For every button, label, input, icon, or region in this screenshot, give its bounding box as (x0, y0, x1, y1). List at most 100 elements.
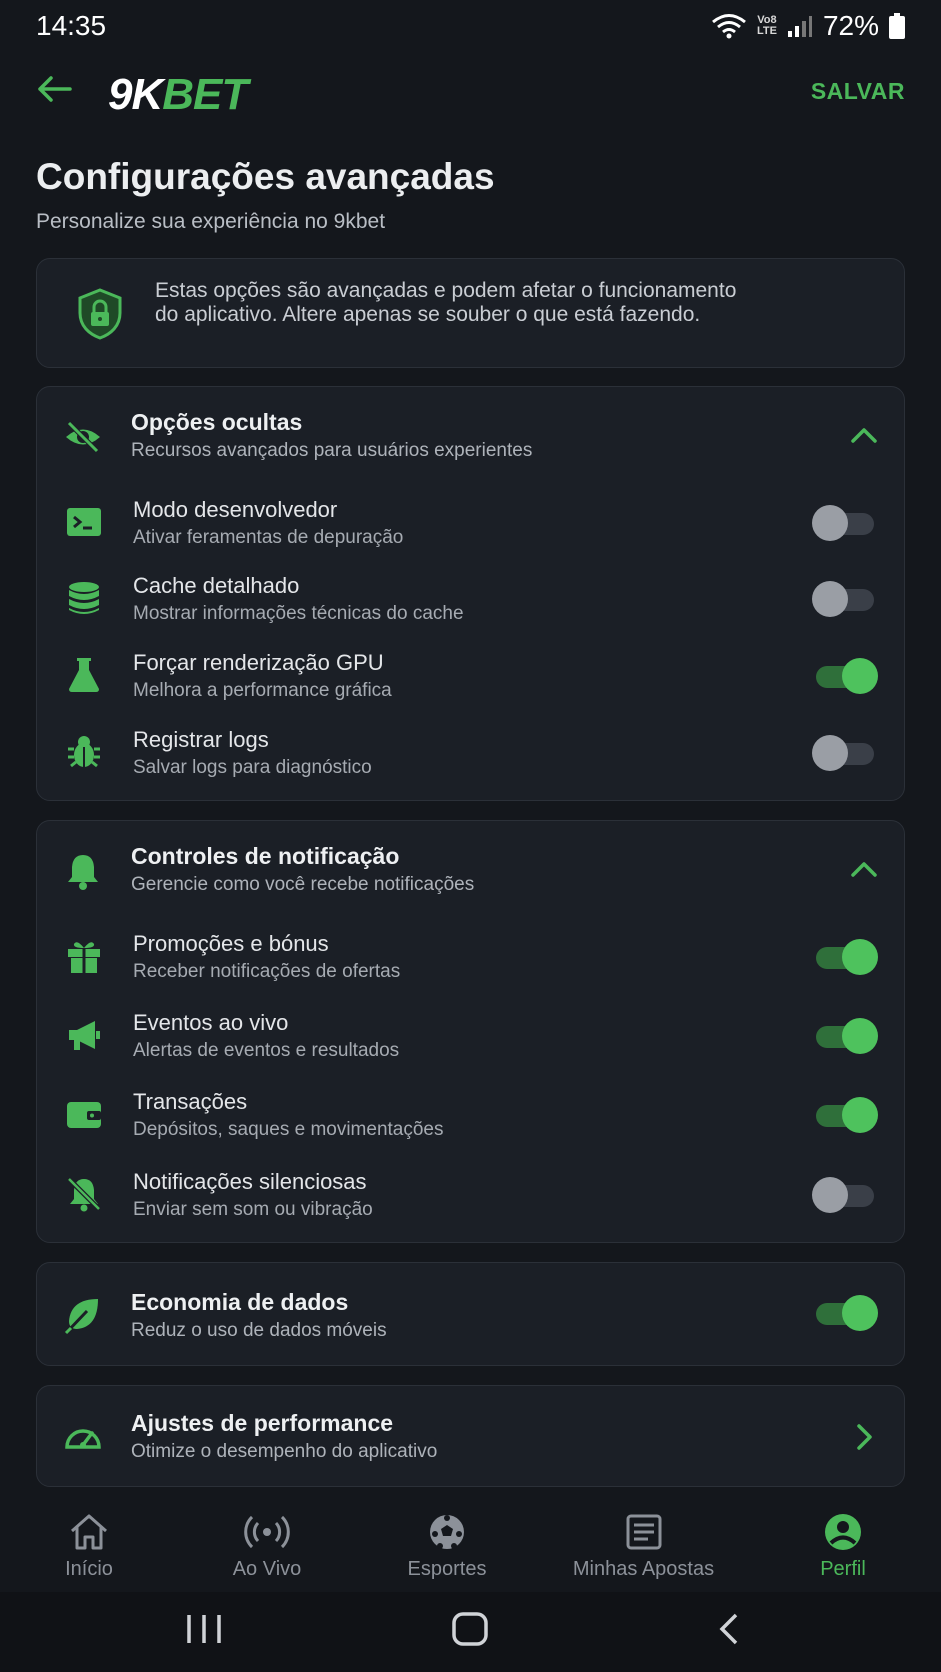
battery-icon (889, 13, 905, 39)
section-subtitle: Recursos avançados para usuários experie… (131, 440, 533, 461)
data-saver-title: Economia de dados (131, 1289, 349, 1315)
setting-subtitle: Alertas de eventos e resultados (133, 1040, 400, 1061)
silent-notifications-toggle[interactable] (812, 1177, 878, 1213)
profile-icon (825, 1514, 861, 1550)
nav-item-perfil[interactable]: Perfil (808, 1512, 878, 1581)
setting-subtitle: Enviar sem som ou vibração (133, 1199, 373, 1220)
live-events-toggle[interactable] (812, 1018, 878, 1054)
setting-subtitle: Ativar feramentas de depuração (133, 527, 404, 548)
speedometer-icon (65, 1429, 101, 1449)
bell-off-icon (67, 1177, 101, 1212)
setting-row-silent-notifications: Notificações silenciosas Enviar sem som … (37, 1159, 904, 1231)
setting-title: Eventos ao vivo (133, 1010, 289, 1035)
setting-title: Registrar logs (133, 727, 269, 752)
app-header: 9KBET SALVAR (0, 60, 941, 124)
force-gpu-toggle[interactable] (812, 658, 878, 694)
home-button-icon[interactable] (450, 1612, 490, 1646)
signal-icon (787, 16, 812, 37)
nav-label: Perfil (820, 1558, 866, 1580)
setting-title: Cache detalhado (133, 573, 300, 598)
register-logs-toggle[interactable] (812, 735, 878, 771)
back-button[interactable] (36, 74, 76, 110)
arrow-left-icon (38, 76, 72, 102)
setting-title: Promoções e bónus (133, 931, 329, 956)
warning-card: Estas opções são avançadas e podem afeta… (36, 258, 905, 368)
flask-icon (69, 658, 99, 692)
performance-settings-card[interactable]: Ajustes de performance Otimize o desempe… (36, 1385, 905, 1487)
soccer-ball-icon (430, 1515, 464, 1549)
chevron-up-icon[interactable] (850, 859, 878, 879)
leaf-icon (64, 1299, 98, 1335)
eye-off-icon (66, 421, 100, 453)
setting-row-live-events: Eventos ao vivo Alertas de eventos e res… (37, 1000, 904, 1072)
battery-percent: 72% (822, 10, 879, 41)
logo-part-bet: BET (162, 70, 248, 119)
promotions-toggle[interactable] (812, 939, 878, 975)
status-bar: 14:35 Vo8 LTE 72% (0, 0, 941, 56)
shield-lock-icon (78, 288, 122, 340)
save-button[interactable]: SALVAR (811, 78, 905, 105)
nav-item-minhas-apostas[interactable]: Minhas Apostas (566, 1512, 721, 1581)
bell-icon (68, 855, 98, 890)
notification-controls-card: Controles de notificação Gerencie como v… (36, 820, 905, 1243)
gift-icon (68, 942, 100, 973)
warning-text: Estas opções são avançadas e podem afeta… (155, 279, 737, 326)
data-saver-toggle[interactable] (812, 1295, 878, 1331)
wallet-icon (67, 1102, 101, 1128)
setting-subtitle: Depósitos, saques e movimentações (133, 1119, 444, 1140)
setting-subtitle: Mostrar informações técnicas do cache (133, 603, 464, 624)
system-navigation-bar (0, 1592, 941, 1672)
nav-item-ao-vivo[interactable]: Ao Vivo (222, 1512, 312, 1581)
setting-row-force-gpu: Forçar renderização GPU Melhora a perfor… (37, 640, 904, 712)
hidden-options-card: Opções ocultas Recursos avançados para u… (36, 386, 905, 801)
bug-icon (68, 736, 100, 768)
terminal-icon (67, 508, 101, 536)
page-title: Configurações avançadas (36, 156, 495, 197)
database-icon (69, 582, 99, 614)
bet-slip-icon (626, 1514, 661, 1550)
section-subtitle: Gerencie como você recebe notificações (131, 874, 475, 895)
recent-apps-icon[interactable] (184, 1612, 224, 1646)
section-title: Controles de notificação (131, 843, 400, 869)
nav-item-esportes[interactable]: Esportes (402, 1512, 492, 1581)
nav-label: Início (65, 1558, 113, 1580)
setting-title: Notificações silenciosas (133, 1169, 367, 1194)
setting-title: Transações (133, 1089, 248, 1114)
detailed-cache-toggle[interactable] (812, 581, 878, 617)
setting-subtitle: Salvar logs para diagnóstico (133, 757, 372, 778)
setting-title: Modo desenvolvedor (133, 497, 338, 522)
setting-row-transactions: Transações Depósitos, saques e movimenta… (37, 1079, 904, 1151)
logo-part-9k: 9K (108, 70, 163, 119)
wifi-icon (712, 14, 746, 39)
developer-mode-toggle[interactable] (812, 505, 878, 541)
volte-indicator: Vo8 LTE (756, 14, 777, 37)
performance-title: Ajustes de performance (131, 1410, 394, 1436)
data-saver-card: Economia de dados Reduz o uso de dados m… (36, 1262, 905, 1366)
system-back-icon[interactable] (714, 1612, 744, 1646)
data-saver-subtitle: Reduz o uso de dados móveis (131, 1320, 387, 1341)
bottom-navigation: Início Ao Vivo Esportes Minhas Apostas P… (0, 1500, 941, 1590)
page-subtitle: Personalize sua experiência no 9kbet (36, 210, 386, 233)
setting-subtitle: Melhora a performance gráfica (133, 680, 392, 701)
setting-subtitle: Receber notificações de ofertas (133, 961, 401, 982)
nav-label: Esportes (407, 1558, 487, 1580)
notification-controls-header[interactable]: Controles de notificação Gerencie como v… (37, 821, 904, 901)
brand-logo: 9KBET (108, 70, 248, 120)
chevron-right-icon (857, 1424, 872, 1450)
section-title: Opções ocultas (131, 409, 303, 435)
chevron-up-icon[interactable] (850, 425, 878, 445)
status-icons: Vo8 LTE 72% (711, 10, 905, 42)
setting-row-register-logs: Registrar logs Salvar logs para diagnóst… (37, 717, 904, 789)
setting-row-promotions: Promoções e bónus Receber notificações d… (37, 921, 904, 993)
performance-subtitle: Otimize o desempenho do aplicativo (131, 1441, 438, 1462)
nav-item-inicio[interactable]: Início (54, 1512, 124, 1581)
transactions-toggle[interactable] (812, 1097, 878, 1133)
home-icon (71, 1514, 107, 1550)
status-time: 14:35 (36, 10, 107, 41)
setting-row-developer-mode: Modo desenvolvedor Ativar feramentas de … (37, 487, 904, 559)
hidden-options-header[interactable]: Opções ocultas Recursos avançados para u… (37, 387, 904, 467)
setting-title: Forçar renderização GPU (133, 650, 384, 675)
nav-label: Minhas Apostas (572, 1558, 715, 1580)
megaphone-icon (69, 1021, 100, 1050)
nav-label: Ao Vivo (232, 1558, 302, 1580)
